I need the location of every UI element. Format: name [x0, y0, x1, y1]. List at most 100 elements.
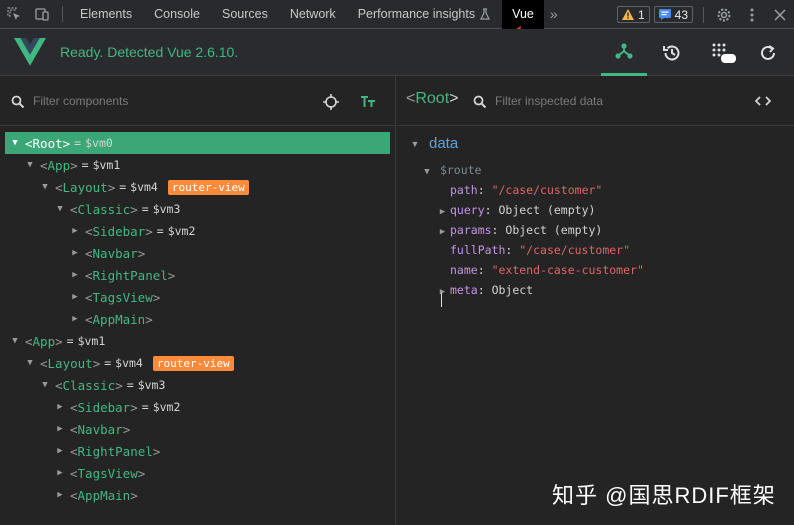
- property-key: name: [450, 263, 478, 277]
- flask-icon: [480, 8, 491, 20]
- collapsed-arrow-icon[interactable]: ▶: [69, 292, 81, 302]
- components-pane: Filter components ▼ < Root > = $vm0 ▼ < App > = $vm…: [0, 76, 396, 525]
- tag-bracket: >: [130, 487, 138, 503]
- data-section-header[interactable]: ▼ data: [409, 135, 459, 152]
- tree-row[interactable]: ▼ < Layout > = $vm4 router-view: [0, 352, 234, 374]
- tree-row[interactable]: ▶ < TagsView >: [0, 286, 160, 308]
- refresh-button[interactable]: [745, 29, 791, 76]
- tree-row[interactable]: ▶ < Navbar >: [0, 242, 145, 264]
- tree-row[interactable]: ▶ < RightPanel >: [0, 440, 160, 462]
- property-row[interactable]: ▶ params: Object (empty): [435, 223, 603, 237]
- route-group-row[interactable]: ▼ $route: [421, 163, 481, 177]
- section-label: data: [429, 135, 459, 152]
- vue-status-text: Ready. Detected Vue 2.6.10.: [60, 44, 239, 60]
- tree-row[interactable]: ▼ < Root > = $vm0: [5, 132, 390, 154]
- expand-property-arrow-icon[interactable]: ▶: [435, 227, 450, 237]
- equals-sign: =: [104, 356, 112, 370]
- tab-performance-insights[interactable]: Performance insights: [347, 0, 502, 29]
- device-toolbar-icon[interactable]: [28, 0, 56, 28]
- tree-row[interactable]: ▶ < TagsView >: [0, 462, 145, 484]
- select-component-crosshair-icon[interactable]: [323, 94, 339, 110]
- vm-reference: $vm3: [152, 202, 181, 216]
- component-name: AppMain: [92, 311, 146, 327]
- warnings-badge[interactable]: 1: [616, 6, 650, 23]
- tree-row[interactable]: ▼ < Classic > = $vm3: [0, 198, 180, 220]
- components-tab-button[interactable]: [601, 29, 647, 76]
- tree-row[interactable]: ▶ < AppMain >: [0, 484, 138, 506]
- tag-bracket: <: [70, 399, 78, 415]
- collapsed-arrow-icon[interactable]: ▶: [69, 270, 81, 280]
- collapsed-arrow-icon[interactable]: ▶: [54, 424, 66, 434]
- expand-arrow-icon[interactable]: ▼: [39, 380, 51, 390]
- tab-sources[interactable]: Sources: [211, 0, 279, 29]
- tree-row[interactable]: ▼ < App > = $vm1: [0, 154, 120, 176]
- expand-arrow-icon[interactable]: ▼: [54, 204, 66, 214]
- component-tree-icon: [615, 43, 633, 59]
- component-name: Sidebar: [77, 399, 131, 415]
- tab-separator: [703, 6, 704, 23]
- property-row[interactable]: path: "/case/customer": [435, 183, 602, 197]
- tag-bracket: <: [406, 90, 416, 107]
- property-value: "/case/customer": [491, 183, 603, 197]
- tag-bracket: >: [137, 465, 146, 481]
- settings-tab-button[interactable]: [701, 29, 747, 76]
- tab-elements[interactable]: Elements: [69, 0, 143, 29]
- expand-property-arrow-icon[interactable]: ▶: [435, 287, 450, 297]
- inspect-element-icon[interactable]: [0, 0, 28, 28]
- collapsed-arrow-icon[interactable]: ▶: [54, 468, 66, 478]
- collapsed-arrow-icon[interactable]: ▶: [54, 490, 66, 500]
- timeline-tab-button[interactable]: [649, 29, 695, 76]
- tab-network[interactable]: Network: [279, 0, 347, 29]
- property-row[interactable]: fullPath: "/case/customer": [435, 243, 630, 257]
- property-row[interactable]: name: "extend-case-customer": [435, 263, 644, 277]
- expand-arrow-icon[interactable]: ▼: [9, 336, 21, 346]
- tag-bracket: <: [70, 487, 78, 503]
- expand-arrow-icon[interactable]: ▼: [24, 358, 36, 368]
- tag-bracket: >: [62, 135, 71, 151]
- property-key: path: [450, 183, 478, 197]
- expand-arrow-icon[interactable]: ▼: [9, 138, 21, 148]
- tree-row[interactable]: ▶ < Sidebar > = $vm2: [0, 396, 180, 418]
- warning-icon: [621, 9, 634, 20]
- tab-console[interactable]: Console: [143, 0, 211, 29]
- refresh-icon: [761, 44, 775, 60]
- code-icon[interactable]: [755, 95, 771, 107]
- messages-count: 43: [674, 7, 688, 22]
- property-row[interactable]: ▶ meta: Object: [435, 283, 533, 297]
- tree-row[interactable]: ▼ < Layout > = $vm4 router-view: [0, 176, 249, 198]
- tag-bracket: <: [25, 135, 33, 151]
- close-devtools-icon[interactable]: [766, 1, 794, 29]
- property-row[interactable]: ▶ query: Object (empty): [435, 203, 596, 217]
- tag-bracket: <: [85, 223, 93, 239]
- tree-row[interactable]: ▼ < Classic > = $vm3: [0, 374, 165, 396]
- tag-bracket: >: [55, 333, 63, 349]
- inspected-name: Root: [415, 90, 450, 107]
- settings-gear-icon[interactable]: [710, 1, 738, 29]
- messages-badge[interactable]: 43: [653, 6, 693, 23]
- expand-property-arrow-icon[interactable]: ▶: [435, 207, 450, 217]
- collapsed-arrow-icon[interactable]: ▶: [69, 314, 81, 324]
- tag-bracket: <: [70, 421, 78, 437]
- text-cursor: [441, 293, 442, 307]
- collapsed-arrow-icon[interactable]: ▶: [69, 248, 81, 258]
- format-names-icon[interactable]: [360, 95, 376, 109]
- tag-bracket: >: [137, 245, 146, 261]
- more-tabs-icon[interactable]: »: [544, 6, 564, 22]
- tag-bracket: <: [25, 333, 33, 349]
- collapsed-arrow-icon[interactable]: ▶: [54, 402, 66, 412]
- tree-row[interactable]: ▶ < Sidebar > = $vm2: [0, 220, 195, 242]
- filter-inspected-data-input[interactable]: Filter inspected data: [495, 94, 603, 108]
- collapsed-arrow-icon[interactable]: ▶: [54, 446, 66, 456]
- filter-components-input[interactable]: Filter components: [33, 94, 128, 108]
- tree-row[interactable]: ▶ < AppMain >: [0, 308, 152, 330]
- tag-bracket: <: [55, 377, 63, 393]
- tree-row[interactable]: ▼ < App > = $vm1: [0, 330, 105, 352]
- tree-row[interactable]: ▶ < RightPanel >: [0, 264, 175, 286]
- tree-row[interactable]: ▶ < Navbar >: [0, 418, 130, 440]
- vue-logo-icon: [14, 38, 46, 66]
- vue-devtools-header: Ready. Detected Vue 2.6.10.: [0, 29, 794, 76]
- collapsed-arrow-icon[interactable]: ▶: [69, 226, 81, 236]
- more-options-icon[interactable]: [738, 1, 766, 29]
- expand-arrow-icon[interactable]: ▼: [39, 182, 51, 192]
- expand-arrow-icon[interactable]: ▼: [24, 160, 36, 170]
